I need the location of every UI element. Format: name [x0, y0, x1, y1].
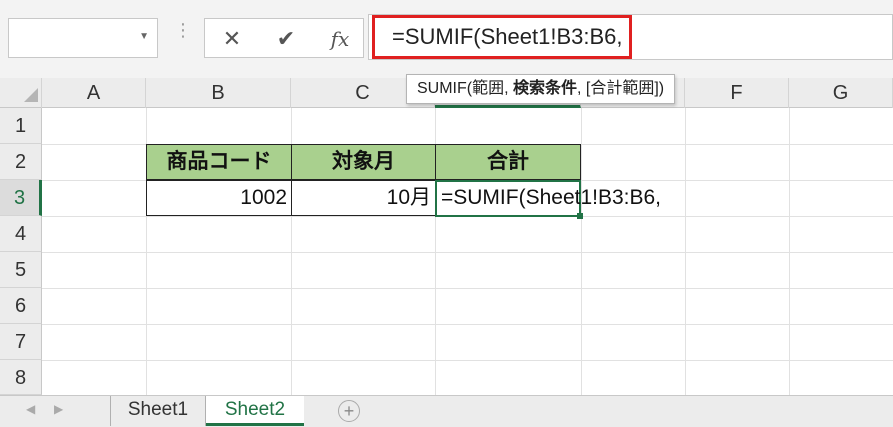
row-header-2[interactable]: 2 [0, 144, 42, 180]
tooltip-prefix: SUMIF(範囲, [417, 80, 513, 97]
tab-sheet1[interactable]: Sheet1 [110, 396, 206, 426]
function-tooltip: SUMIF(範囲, 検索条件, [合計範囲]) [406, 74, 676, 104]
add-sheet-icon[interactable]: + [338, 400, 360, 422]
row-header-3[interactable]: 3 [0, 180, 42, 216]
select-all-corner[interactable] [0, 78, 42, 108]
row-header-4[interactable]: 4 [0, 216, 42, 252]
grid-line [42, 360, 893, 361]
row-header-8[interactable]: 8 [0, 360, 42, 395]
column-header-b[interactable]: B [146, 78, 291, 108]
scroll-left-icon[interactable]: ◀ [26, 402, 35, 416]
chevron-down-icon[interactable]: ▼ [139, 31, 149, 42]
row-header-6[interactable]: 6 [0, 288, 42, 324]
cell-edit-text: =SUMIF(Sheet1!B3:B6, [441, 186, 662, 209]
grid-line [42, 252, 893, 253]
grip-dots-icon: ⋮ [174, 21, 192, 50]
column-header-g[interactable]: G [789, 78, 893, 108]
tooltip-current-arg[interactable]: 検索条件 [513, 80, 577, 97]
scroll-right-icon[interactable]: ▶ [54, 402, 63, 416]
row-header-7[interactable]: 7 [0, 324, 42, 360]
header-cell-target-month[interactable]: 対象月 [291, 144, 436, 180]
column-header-a[interactable]: A [42, 78, 146, 108]
cell-target-month[interactable]: 10月 [291, 180, 436, 216]
enter-icon[interactable]: ✔ [271, 25, 301, 53]
grid-line [42, 324, 893, 325]
grid-line [42, 288, 893, 289]
row-header-1[interactable]: 1 [0, 108, 42, 144]
formula-buttons: ✕ ✔ fx [204, 18, 364, 58]
cancel-icon[interactable]: ✕ [217, 25, 247, 53]
row-header-5[interactable]: 5 [0, 252, 42, 288]
sheet-tab-bar: ◀ ▶ Sheet1 Sheet2 + [0, 395, 893, 427]
name-box[interactable]: ▼ [8, 18, 158, 58]
column-header-f[interactable]: F [685, 78, 789, 108]
header-cell-product-code[interactable]: 商品コード [146, 144, 292, 180]
tab-sheet2[interactable]: Sheet2 [206, 396, 304, 426]
tooltip-suffix: , [合計範囲]) [577, 80, 665, 97]
header-cell-total[interactable]: 合計 [435, 144, 581, 180]
insert-function-icon[interactable]: fx [325, 25, 355, 53]
cell-product-code[interactable]: 1002 [146, 180, 292, 216]
formula-highlight-box [372, 15, 632, 59]
